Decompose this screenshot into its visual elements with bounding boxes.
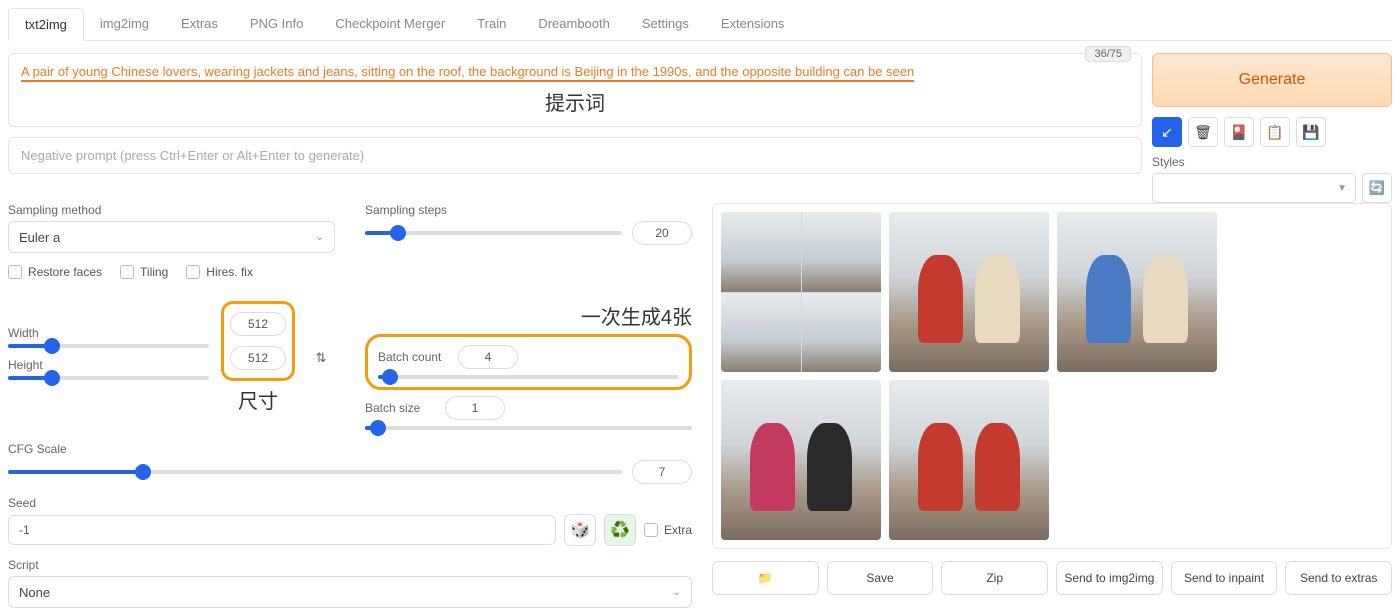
batch-size-slider[interactable]	[365, 426, 692, 430]
random-seed-button[interactable]: 🎲	[564, 514, 596, 546]
batch-count-label: Batch count	[378, 350, 450, 364]
batch-count-value[interactable]	[458, 345, 518, 369]
height-value[interactable]	[230, 346, 286, 370]
cfg-scale-slider[interactable]	[8, 470, 622, 474]
extra-checkbox[interactable]: Extra	[644, 523, 692, 537]
tab-checkpoint-merger[interactable]: Checkpoint Merger	[319, 8, 461, 40]
send-to-extras-button[interactable]: Send to extras	[1285, 561, 1392, 595]
tab-pnginfo[interactable]: PNG Info	[234, 8, 319, 40]
zip-button[interactable]: Zip	[941, 561, 1048, 595]
script-value: None	[19, 585, 50, 600]
script-select[interactable]: None ⌄	[8, 576, 692, 608]
gallery-image-1[interactable]	[889, 212, 1049, 372]
save-button[interactable]: Save	[827, 561, 934, 595]
hires-fix-checkbox[interactable]: Hires. fix	[186, 265, 253, 279]
token-counter: 36/75	[1085, 46, 1131, 62]
tab-txt2img[interactable]: txt2img	[8, 8, 84, 41]
gallery-image-4[interactable]	[889, 380, 1049, 540]
sampling-method-select[interactable]: Euler a ⌄	[8, 221, 335, 253]
batch-size-label: Batch size	[365, 401, 437, 415]
chevron-down-icon: ⌄	[316, 232, 324, 243]
swap-dimensions-button[interactable]: ⇅	[307, 344, 335, 372]
save-icon[interactable]: 💾	[1296, 117, 1326, 147]
seed-label: Seed	[8, 496, 692, 510]
width-value[interactable]	[230, 312, 286, 336]
gallery-image-2[interactable]	[1057, 212, 1217, 372]
sampling-steps-label: Sampling steps	[365, 203, 692, 217]
arrow-icon[interactable]: ↙	[1152, 117, 1182, 147]
output-gallery	[712, 203, 1392, 549]
batch-annotation: 一次生成4张	[365, 301, 692, 330]
open-folder-button[interactable]: 📁	[712, 561, 819, 595]
main-tabs: txt2img img2img Extras PNG Info Checkpoi…	[8, 8, 1392, 41]
generate-button[interactable]: Generate	[1152, 53, 1392, 107]
clipboard-icon[interactable]: 📋	[1260, 117, 1290, 147]
width-slider[interactable]	[8, 344, 209, 348]
height-slider[interactable]	[8, 376, 209, 380]
height-label: Height	[8, 358, 209, 372]
seed-input[interactable]	[8, 515, 556, 545]
tiling-checkbox[interactable]: Tiling	[120, 265, 168, 279]
trash-icon[interactable]: 🗑	[1188, 117, 1218, 147]
gallery-image-3[interactable]	[721, 380, 881, 540]
chevron-down-icon: ⌄	[673, 587, 681, 598]
restore-faces-checkbox[interactable]: Restore faces	[8, 265, 102, 279]
sampling-method-label: Sampling method	[8, 203, 335, 217]
tab-settings[interactable]: Settings	[626, 8, 705, 40]
cfg-scale-value[interactable]	[632, 460, 692, 484]
prompt-annotation: 提示词	[21, 87, 1129, 116]
send-to-img2img-button[interactable]: Send to img2img	[1056, 561, 1163, 595]
sampling-steps-slider[interactable]	[365, 231, 622, 235]
script-label: Script	[8, 558, 692, 572]
tab-train[interactable]: Train	[461, 8, 522, 40]
tab-extras[interactable]: Extras	[165, 8, 234, 40]
gallery-image-grid[interactable]	[721, 212, 881, 372]
tab-img2img[interactable]: img2img	[84, 8, 165, 40]
batch-count-slider[interactable]	[378, 375, 679, 379]
refresh-styles-button[interactable]: 🔄	[1362, 173, 1392, 203]
tab-extensions[interactable]: Extensions	[705, 8, 801, 40]
width-label: Width	[8, 326, 209, 340]
cfg-scale-label: CFG Scale	[8, 442, 692, 456]
send-to-inpaint-button[interactable]: Send to inpaint	[1171, 561, 1278, 595]
prompt-text: A pair of young Chinese lovers, wearing …	[21, 64, 914, 82]
negative-prompt-input[interactable]: Negative prompt (press Ctrl+Enter or Alt…	[8, 137, 1142, 174]
prompt-input[interactable]: 36/75 A pair of young Chinese lovers, we…	[8, 53, 1142, 127]
batch-size-value[interactable]	[445, 396, 505, 420]
sampling-steps-value[interactable]	[632, 221, 692, 245]
card-icon[interactable]: 🎴	[1224, 117, 1254, 147]
tab-dreambooth[interactable]: Dreambooth	[522, 8, 626, 40]
reuse-seed-button[interactable]: ♻️	[604, 514, 636, 546]
sampling-method-value: Euler a	[19, 230, 60, 245]
dimensions-annotation: 尺寸	[221, 385, 295, 414]
styles-label: Styles	[1152, 155, 1392, 169]
styles-select[interactable]: ▼	[1152, 173, 1356, 203]
